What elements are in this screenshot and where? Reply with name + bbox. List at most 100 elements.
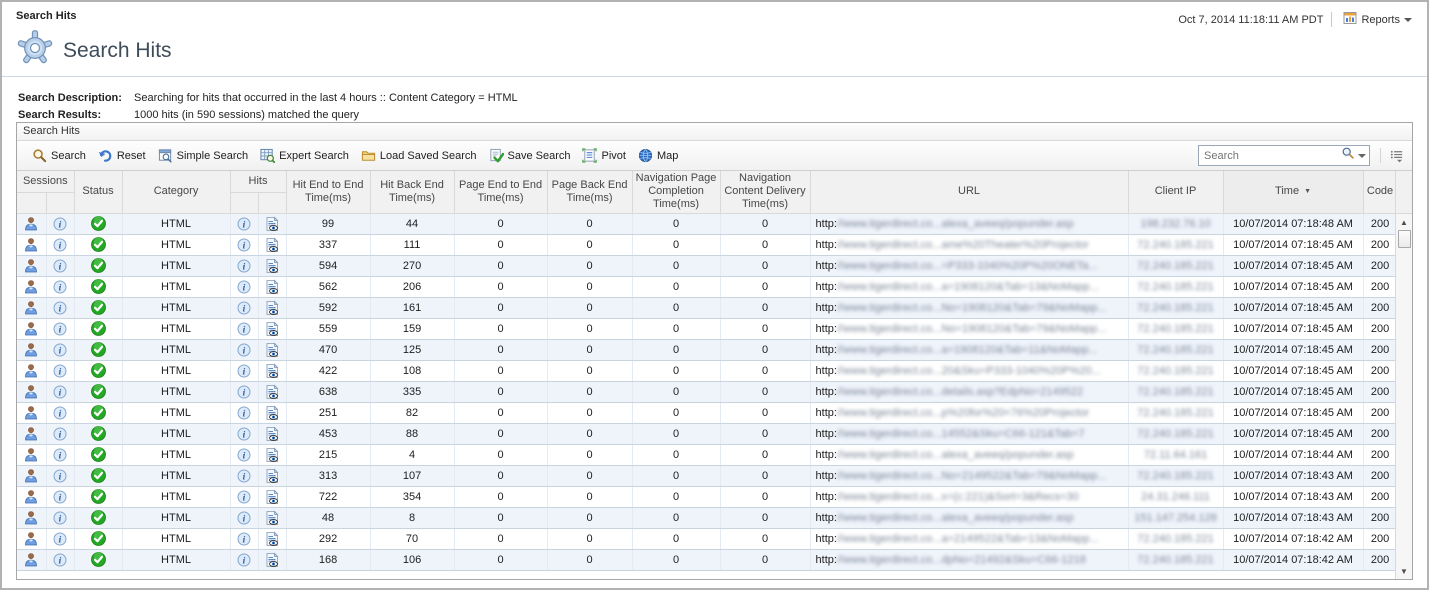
info-icon[interactable]: i bbox=[237, 406, 251, 418]
reports-menu-button[interactable]: Reports bbox=[1340, 10, 1415, 29]
hit-replay-cell[interactable] bbox=[258, 486, 286, 507]
session-info-cell[interactable]: i bbox=[46, 255, 74, 276]
hit-info-cell[interactable]: i bbox=[230, 486, 258, 507]
reset-button[interactable]: Reset bbox=[93, 144, 153, 167]
info-icon[interactable]: i bbox=[237, 343, 251, 355]
session-info-cell[interactable]: i bbox=[46, 444, 74, 465]
session-user-icon[interactable] bbox=[23, 532, 39, 544]
info-icon[interactable]: i bbox=[53, 469, 67, 481]
url-cell[interactable]: http://www.tigerdirect.co...alexa_aveeq/… bbox=[810, 444, 1128, 465]
session-user-icon[interactable] bbox=[23, 553, 39, 565]
session-info-cell[interactable]: i bbox=[46, 507, 74, 528]
session-user-icon[interactable] bbox=[23, 448, 39, 460]
session-user-icon[interactable] bbox=[23, 427, 39, 439]
url-cell[interactable]: http://www.tigerdirect.co...No=1908120&T… bbox=[810, 297, 1128, 318]
scroll-down-arrow-icon[interactable]: ▼ bbox=[1396, 563, 1412, 579]
hit-info-cell[interactable]: i bbox=[230, 339, 258, 360]
info-icon[interactable]: i bbox=[237, 448, 251, 460]
column-header-page-back-end[interactable]: Page Back End Time(ms) bbox=[547, 171, 632, 213]
session-user-cell[interactable] bbox=[17, 360, 46, 381]
hit-replay-cell[interactable] bbox=[258, 276, 286, 297]
expert-search-button[interactable]: Expert Search bbox=[255, 144, 356, 167]
column-header-status[interactable]: Status bbox=[74, 171, 122, 213]
session-user-icon[interactable] bbox=[23, 238, 39, 250]
replay-page-eye-icon[interactable] bbox=[264, 427, 280, 439]
replay-page-eye-icon[interactable] bbox=[264, 448, 280, 460]
replay-page-eye-icon[interactable] bbox=[264, 385, 280, 397]
search-field-magnifier-icon[interactable] bbox=[1341, 146, 1355, 165]
hit-info-cell[interactable]: i bbox=[230, 402, 258, 423]
url-cell[interactable]: http://www.tigerdirect.co...14552&Sku=C6… bbox=[810, 423, 1128, 444]
url-cell[interactable]: http://www.tigerdirect.co...a=2149522&Ta… bbox=[810, 528, 1128, 549]
url-cell[interactable]: http://www.tigerdirect.co...No=2149522&T… bbox=[810, 465, 1128, 486]
url-cell[interactable]: http://www.tigerdirect.co...20&Sku=P333-… bbox=[810, 360, 1128, 381]
hit-replay-cell[interactable] bbox=[258, 423, 286, 444]
table-row[interactable]: i HTML i 638 335 0 0 0 0 http://www.tige… bbox=[17, 381, 1395, 402]
replay-page-eye-icon[interactable] bbox=[264, 406, 280, 418]
url-cell[interactable]: http://www.tigerdirect.co...a=1908120&Ta… bbox=[810, 276, 1128, 297]
session-user-icon[interactable] bbox=[23, 322, 39, 334]
info-icon[interactable]: i bbox=[237, 553, 251, 565]
hit-replay-cell[interactable] bbox=[258, 255, 286, 276]
table-row[interactable]: i HTML i 422 108 0 0 0 0 http://www.tige… bbox=[17, 360, 1395, 381]
table-row[interactable]: i HTML i 453 88 0 0 0 0 http://www.tiger… bbox=[17, 423, 1395, 444]
replay-page-eye-icon[interactable] bbox=[264, 217, 280, 229]
info-icon[interactable]: i bbox=[53, 217, 67, 229]
replay-page-eye-icon[interactable] bbox=[264, 238, 280, 250]
session-user-icon[interactable] bbox=[23, 343, 39, 355]
info-icon[interactable]: i bbox=[53, 490, 67, 502]
hit-info-cell[interactable]: i bbox=[230, 318, 258, 339]
url-cell[interactable]: http://www.tigerdirect.co...=P333-1040%2… bbox=[810, 255, 1128, 276]
sessions-subcol-info[interactable] bbox=[46, 192, 74, 213]
url-cell[interactable]: http://www.tigerdirect.co...alexa_aveeq/… bbox=[810, 213, 1128, 234]
session-user-cell[interactable] bbox=[17, 213, 46, 234]
session-user-icon[interactable] bbox=[23, 469, 39, 481]
info-icon[interactable]: i bbox=[237, 364, 251, 376]
info-icon[interactable]: i bbox=[237, 385, 251, 397]
info-icon[interactable]: i bbox=[53, 511, 67, 523]
info-icon[interactable]: i bbox=[53, 280, 67, 292]
column-header-code[interactable]: Code bbox=[1363, 171, 1395, 213]
session-info-cell[interactable]: i bbox=[46, 381, 74, 402]
scroll-up-arrow-icon[interactable]: ▲ bbox=[1396, 214, 1412, 230]
table-row[interactable]: i HTML i 470 125 0 0 0 0 http://www.tige… bbox=[17, 339, 1395, 360]
info-icon[interactable]: i bbox=[53, 343, 67, 355]
hit-replay-cell[interactable] bbox=[258, 234, 286, 255]
table-row[interactable]: i HTML i 48 8 0 0 0 0 http://www.tigerdi… bbox=[17, 507, 1395, 528]
info-icon[interactable]: i bbox=[237, 280, 251, 292]
session-info-cell[interactable]: i bbox=[46, 318, 74, 339]
info-icon[interactable]: i bbox=[53, 322, 67, 334]
info-icon[interactable]: i bbox=[237, 427, 251, 439]
hit-info-cell[interactable]: i bbox=[230, 255, 258, 276]
table-row[interactable]: i HTML i 562 206 0 0 0 0 http://www.tige… bbox=[17, 276, 1395, 297]
session-info-cell[interactable]: i bbox=[46, 213, 74, 234]
hit-replay-cell[interactable] bbox=[258, 444, 286, 465]
replay-page-eye-icon[interactable] bbox=[264, 511, 280, 523]
hit-replay-cell[interactable] bbox=[258, 507, 286, 528]
info-icon[interactable]: i bbox=[237, 490, 251, 502]
table-row[interactable]: i HTML i 594 270 0 0 0 0 http://www.tige… bbox=[17, 255, 1395, 276]
search-input[interactable] bbox=[1204, 150, 1341, 162]
url-cell[interactable]: http://www.tigerdirect.co...No=1908120&T… bbox=[810, 318, 1128, 339]
hit-info-cell[interactable]: i bbox=[230, 360, 258, 381]
session-user-cell[interactable] bbox=[17, 255, 46, 276]
hit-info-cell[interactable]: i bbox=[230, 276, 258, 297]
info-icon[interactable]: i bbox=[53, 406, 67, 418]
hit-info-cell[interactable]: i bbox=[230, 444, 258, 465]
table-row[interactable]: i HTML i 251 82 0 0 0 0 http://www.tiger… bbox=[17, 402, 1395, 423]
session-user-cell[interactable] bbox=[17, 486, 46, 507]
session-user-cell[interactable] bbox=[17, 465, 46, 486]
hit-info-cell[interactable]: i bbox=[230, 549, 258, 570]
session-user-cell[interactable] bbox=[17, 234, 46, 255]
hit-info-cell[interactable]: i bbox=[230, 507, 258, 528]
info-icon[interactable]: i bbox=[53, 427, 67, 439]
session-user-cell[interactable] bbox=[17, 297, 46, 318]
session-info-cell[interactable]: i bbox=[46, 402, 74, 423]
session-info-cell[interactable]: i bbox=[46, 297, 74, 318]
hit-replay-cell[interactable] bbox=[258, 297, 286, 318]
column-header-category[interactable]: Category bbox=[122, 171, 230, 213]
replay-page-eye-icon[interactable] bbox=[264, 343, 280, 355]
column-header-nav-content-delivery[interactable]: Navigation Content Delivery Time(ms) bbox=[720, 171, 810, 213]
replay-page-eye-icon[interactable] bbox=[264, 532, 280, 544]
session-info-cell[interactable]: i bbox=[46, 276, 74, 297]
